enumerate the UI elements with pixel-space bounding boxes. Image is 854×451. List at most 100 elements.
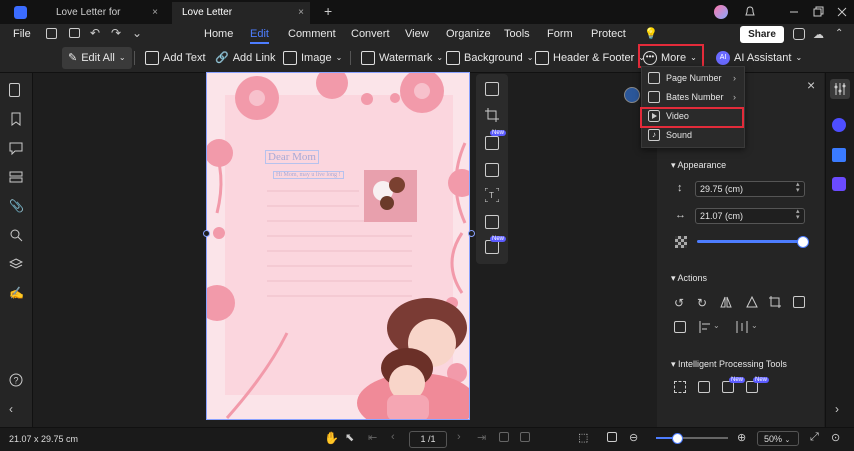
- tab-document-2[interactable]: Love Letter for...her_OCR.pdf * ×: [172, 2, 310, 40]
- distribute-icon[interactable]: [736, 321, 748, 333]
- prev-page-icon[interactable]: ‹: [391, 431, 395, 443]
- ai-chat-icon[interactable]: [832, 118, 846, 132]
- rotate-left-icon[interactable]: ↺: [674, 296, 686, 310]
- menu-comment[interactable]: Comment: [288, 24, 336, 44]
- layers-icon[interactable]: [9, 257, 23, 271]
- menu-item-page-number[interactable]: Page Number ›: [642, 69, 744, 88]
- flip-horizontal-icon[interactable]: [720, 296, 732, 308]
- close-window-icon[interactable]: [834, 4, 850, 20]
- menu-form[interactable]: Form: [547, 24, 573, 44]
- first-page-icon[interactable]: ⇤: [368, 431, 377, 444]
- collapse-right-icon[interactable]: ›: [835, 402, 839, 416]
- menu-file[interactable]: File: [13, 24, 31, 44]
- save-page-icon[interactable]: [485, 82, 499, 96]
- fit-page-icon[interactable]: ⤢: [810, 431, 819, 444]
- menu-edit[interactable]: Edit: [250, 24, 269, 44]
- checklist-icon[interactable]: [832, 177, 846, 191]
- scroll-down-icon[interactable]: ⊙: [831, 431, 840, 444]
- tab-document-1[interactable]: Love Letter for Mother.pdf ×: [46, 2, 164, 40]
- upload-icon[interactable]: [793, 28, 805, 40]
- image-insert-icon[interactable]: [485, 136, 499, 150]
- pdf-page[interactable]: Dear Mom Hi Mom, may u live long !: [206, 72, 470, 420]
- menu-view[interactable]: View: [405, 24, 429, 44]
- share-button[interactable]: Share: [740, 26, 784, 43]
- height-stepper-icon[interactable]: ▴ ▾: [796, 181, 800, 194]
- select-tool-icon[interactable]: ⬉: [345, 431, 354, 444]
- page-view-icon[interactable]: [520, 432, 530, 442]
- ocr-text-icon[interactable]: T: [485, 188, 499, 202]
- background-button[interactable]: Background ⌄: [446, 47, 533, 69]
- expand-icon[interactable]: ⌃: [835, 28, 843, 39]
- intelligent-tools-section-title[interactable]: ▾ Intelligent Processing Tools: [671, 359, 787, 370]
- header-footer-button[interactable]: Header & Footer ⌄: [535, 47, 645, 69]
- letter-subline[interactable]: Hi Mom, may u live long !: [273, 171, 344, 179]
- crop-image-icon[interactable]: [769, 296, 781, 308]
- opacity-slider-track[interactable]: [697, 240, 802, 243]
- new-tab-button[interactable]: +: [324, 3, 332, 19]
- opacity-slider-thumb[interactable]: [797, 236, 809, 248]
- attachment-icon[interactable]: 📎: [9, 199, 24, 213]
- close-panel-icon[interactable]: ×: [807, 77, 815, 93]
- zoom-level-select[interactable]: 50% ⌄: [757, 431, 799, 446]
- hand-tool-icon[interactable]: ✋: [324, 431, 339, 445]
- zoom-out-icon[interactable]: ⊖: [629, 431, 638, 444]
- actions-section-title[interactable]: ▾ Actions: [671, 273, 707, 284]
- zoom-slider-thumb[interactable]: [672, 433, 683, 444]
- close-tab-icon[interactable]: ×: [152, 2, 158, 24]
- avatar[interactable]: [714, 5, 728, 19]
- print-icon[interactable]: [69, 28, 80, 38]
- menu-tools[interactable]: Tools: [504, 24, 530, 44]
- last-page-icon[interactable]: ⇥: [477, 431, 486, 444]
- page-selection-handle-left[interactable]: [203, 230, 210, 237]
- ocr-region-icon[interactable]: [674, 381, 686, 393]
- watermark-button[interactable]: Watermark ⌄: [361, 47, 443, 69]
- menu-convert[interactable]: Convert: [351, 24, 390, 44]
- undo-icon[interactable]: ↶: [90, 26, 100, 40]
- bookmark-icon[interactable]: [9, 112, 23, 126]
- help-icon[interactable]: ?: [9, 373, 23, 387]
- page-selection-handle-right[interactable]: [468, 230, 475, 237]
- search-icon[interactable]: [9, 228, 23, 242]
- save-icon[interactable]: [46, 28, 57, 39]
- collapse-left-icon[interactable]: ‹: [9, 402, 23, 416]
- page-layout-icon[interactable]: [607, 432, 617, 442]
- redo-icon[interactable]: ↷: [111, 26, 121, 40]
- menu-item-bates-number[interactable]: Bates Number ›: [642, 88, 744, 107]
- crop-icon[interactable]: [485, 108, 499, 122]
- cloud-icon[interactable]: ☁: [813, 28, 824, 41]
- image-edit-icon[interactable]: [485, 163, 499, 177]
- translate-panel-icon[interactable]: [832, 148, 846, 162]
- replace-image-icon[interactable]: [793, 296, 805, 308]
- width-stepper-icon[interactable]: ▴ ▾: [796, 208, 800, 221]
- height-field[interactable]: 29.75 (cm): [695, 181, 805, 197]
- translate-icon[interactable]: [485, 215, 499, 229]
- rotate-right-icon[interactable]: ↻: [697, 296, 709, 310]
- distribute-dropdown-icon[interactable]: ⌄: [751, 321, 758, 330]
- fields-icon[interactable]: [9, 170, 23, 184]
- width-field[interactable]: 21.07 (cm): [695, 208, 805, 224]
- add-link-button[interactable]: 🔗 Add Link: [215, 47, 276, 69]
- properties-icon[interactable]: [830, 79, 850, 99]
- signature-icon[interactable]: ✍: [9, 286, 24, 300]
- appearance-section-title[interactable]: ▾ Appearance: [671, 160, 726, 171]
- cursor-mode-icon[interactable]: ⬚: [578, 431, 588, 444]
- comment-icon[interactable]: [9, 141, 23, 155]
- image-button[interactable]: Image ⌄: [283, 47, 342, 69]
- image-ai-icon[interactable]: [485, 240, 499, 254]
- extract-image-icon[interactable]: [674, 321, 686, 333]
- close-tab-icon[interactable]: ×: [298, 2, 304, 24]
- word-export-icon[interactable]: [624, 87, 640, 103]
- menu-organize[interactable]: Organize: [446, 24, 491, 44]
- minimize-icon[interactable]: [786, 4, 802, 20]
- image-to-text-icon[interactable]: [698, 381, 710, 393]
- page-thumbnail-icon[interactable]: [9, 83, 20, 97]
- flip-vertical-icon[interactable]: [746, 296, 758, 308]
- page-number-field[interactable]: 1 /1: [409, 431, 447, 448]
- rotate-view-icon[interactable]: [499, 432, 509, 442]
- align-icon[interactable]: [699, 321, 711, 333]
- edit-all-button[interactable]: ✎ Edit All ⌄: [62, 47, 132, 69]
- more-options-icon[interactable]: ⌄: [132, 26, 142, 40]
- add-text-button[interactable]: Add Text: [145, 47, 206, 69]
- notification-icon[interactable]: [742, 4, 758, 20]
- menu-item-sound[interactable]: ♪ Sound: [642, 126, 744, 145]
